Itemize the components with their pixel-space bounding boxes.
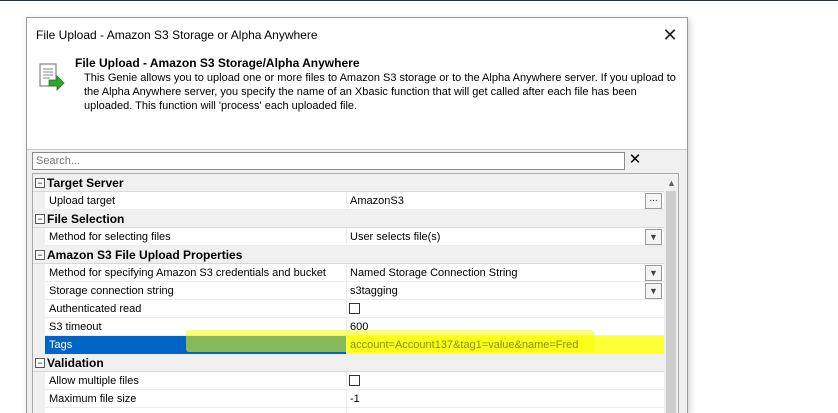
- prop-row-allow-multiple[interactable]: Allow multiple files: [33, 372, 664, 390]
- allow-multiple-checkbox[interactable]: [349, 375, 360, 386]
- title-bar[interactable]: File Upload - Amazon S3 Storage or Alpha…: [27, 18, 687, 52]
- prop-row-credentials-method[interactable]: Method for specifying Amazon S3 credenti…: [33, 264, 664, 282]
- ellipsis-button[interactable]: ...: [645, 193, 662, 209]
- scroll-up-icon[interactable]: ▲: [667, 178, 676, 188]
- row-gutter: [33, 408, 45, 413]
- value-text: User selects file(s): [350, 231, 441, 243]
- scrollbar-thumb[interactable]: [666, 191, 676, 413]
- prop-name: Allow multiple files: [45, 372, 347, 390]
- prop-row-upload-target[interactable]: Upload target AmazonS3 ...: [33, 192, 664, 210]
- chevron-down-icon: ▼: [649, 232, 658, 242]
- vertical-scrollbar[interactable]: ▲: [664, 174, 678, 413]
- row-gutter: [33, 192, 45, 210]
- dropdown-button[interactable]: ▼: [645, 283, 662, 299]
- clear-icon: ✕: [628, 151, 642, 168]
- collapse-icon[interactable]: −: [35, 250, 45, 260]
- value-text: Named Storage Connection String: [350, 267, 518, 279]
- prop-value[interactable]: 600: [347, 318, 664, 336]
- collapse-icon[interactable]: −: [35, 214, 45, 224]
- row-gutter: [33, 282, 45, 300]
- value-text: AmazonS3: [350, 195, 404, 207]
- category-label: Target Server: [47, 176, 124, 190]
- prop-name: Method for specifying Amazon S3 credenti…: [45, 264, 347, 282]
- prop-value[interactable]: account=Account137&tag1=value&name=Fred: [347, 336, 664, 354]
- search-input[interactable]: [33, 153, 624, 169]
- category-label: Amazon S3 File Upload Properties: [47, 248, 243, 262]
- prop-value[interactable]: -1: [347, 390, 664, 408]
- row-gutter: [33, 228, 45, 246]
- background-top-border: [0, 0, 838, 1]
- search-box: [32, 152, 625, 170]
- prop-row-partial[interactable]: [33, 408, 664, 413]
- dropdown-button[interactable]: ▼: [645, 229, 662, 245]
- prop-row-authenticated-read[interactable]: Authenticated read: [33, 300, 664, 318]
- authenticated-read-checkbox[interactable]: [349, 303, 360, 314]
- prop-row-tags[interactable]: Tags account=Account137&tag1=value&name=…: [33, 336, 664, 354]
- collapse-icon[interactable]: −: [35, 178, 45, 188]
- collapse-icon[interactable]: −: [35, 358, 45, 368]
- chevron-down-icon: ▼: [649, 268, 658, 278]
- category-label: Validation: [47, 356, 104, 370]
- prop-value[interactable]: Named Storage Connection String ▼: [347, 264, 664, 282]
- prop-value[interactable]: s3tagging ▼: [347, 282, 664, 300]
- prop-value[interactable]: User selects file(s) ▼: [347, 228, 664, 246]
- category-validation[interactable]: − Validation: [33, 354, 664, 372]
- prop-row-method-select[interactable]: Method for selecting files User selects …: [33, 228, 664, 246]
- property-grid: − Target Server Upload target AmazonS3 .…: [32, 173, 679, 413]
- category-target-server[interactable]: − Target Server: [33, 174, 664, 192]
- row-gutter: [33, 372, 45, 390]
- close-icon: ✕: [662, 24, 678, 45]
- row-gutter: [33, 336, 45, 354]
- prop-name: Method for selecting files: [45, 228, 347, 246]
- prop-name: Authenticated read: [45, 300, 347, 318]
- prop-name: [45, 408, 347, 413]
- window-title: File Upload - Amazon S3 Storage or Alpha…: [36, 28, 318, 42]
- prop-name: Storage connection string: [45, 282, 347, 300]
- category-label: File Selection: [47, 212, 125, 226]
- chevron-down-icon: ▼: [649, 286, 658, 296]
- prop-name: Upload target: [45, 192, 347, 210]
- row-gutter: [33, 390, 45, 408]
- prop-row-max-size[interactable]: Maximum file size -1: [33, 390, 664, 408]
- row-gutter: [33, 264, 45, 282]
- dropdown-button[interactable]: ▼: [645, 265, 662, 281]
- genie-title: File Upload - Amazon S3 Storage/Alpha An…: [75, 56, 360, 70]
- genie-description: This Genie allows you to upload one or m…: [84, 72, 676, 112]
- prop-name: S3 timeout: [45, 318, 347, 336]
- row-gutter: [33, 300, 45, 318]
- row-gutter: [33, 318, 45, 336]
- prop-name: Maximum file size: [45, 390, 347, 408]
- file-upload-dialog: File Upload - Amazon S3 Storage or Alpha…: [26, 17, 688, 413]
- close-button[interactable]: ✕: [653, 18, 687, 52]
- prop-name-selected: Tags: [45, 336, 347, 354]
- prop-row-storage-connection[interactable]: Storage connection string s3tagging ▼: [33, 282, 664, 300]
- prop-row-s3-timeout[interactable]: S3 timeout 600: [33, 318, 664, 336]
- document-arrow-icon: [39, 63, 65, 91]
- value-text: s3tagging: [350, 285, 398, 297]
- category-file-selection[interactable]: − File Selection: [33, 210, 664, 228]
- category-s3-properties[interactable]: − Amazon S3 File Upload Properties: [33, 246, 664, 264]
- clear-search-button[interactable]: ✕: [627, 151, 643, 169]
- genie-header: File Upload - Amazon S3 Storage/Alpha An…: [27, 52, 687, 150]
- prop-value[interactable]: AmazonS3 ...: [347, 192, 664, 210]
